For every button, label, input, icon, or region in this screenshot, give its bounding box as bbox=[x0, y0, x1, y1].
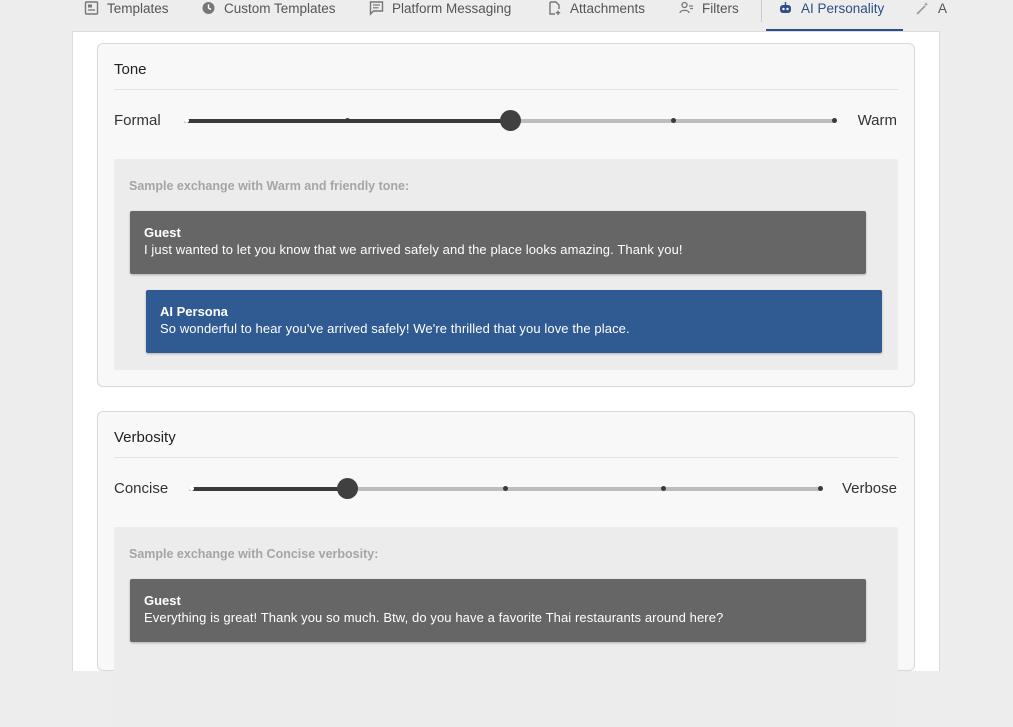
message-text: I just wanted to let you know that we ar… bbox=[144, 242, 683, 257]
ai-message-bubble: AI Persona So wonderful to hear you've a… bbox=[146, 290, 882, 353]
tab-custom-templates[interactable]: Custom Templates bbox=[201, 0, 336, 32]
tab-label: Filters bbox=[702, 1, 739, 16]
tab-ai-personality[interactable]: AI Personality bbox=[778, 0, 884, 32]
message-text: Everything is great! Thank you so much. … bbox=[144, 610, 724, 625]
slider-tick bbox=[188, 486, 194, 491]
chat-bubble-icon bbox=[369, 1, 384, 16]
verbosity-sample-box: Sample exchange with Concise verbosity: … bbox=[114, 527, 898, 727]
tab-overflow[interactable]: A bbox=[915, 0, 947, 32]
verbosity-slider-fill bbox=[189, 487, 348, 491]
tab-label: Platform Messaging bbox=[392, 1, 512, 16]
tone-sample-caption: Sample exchange with Warm and friendly t… bbox=[129, 179, 410, 193]
tab-bar: Templates Custom Templates Platform Mess… bbox=[0, 0, 1013, 32]
templates-icon bbox=[84, 1, 99, 16]
robot-icon bbox=[778, 1, 793, 16]
tab-platform-messaging[interactable]: Platform Messaging bbox=[369, 0, 511, 32]
verbosity-slider[interactable] bbox=[188, 478, 823, 499]
divider bbox=[114, 89, 898, 90]
tone-max-label: Warm bbox=[857, 112, 897, 129]
verbosity-max-label: Verbose bbox=[841, 480, 897, 497]
slider-tick bbox=[661, 486, 667, 491]
message-text: So wonderful to hear you've arrived safe… bbox=[160, 321, 630, 336]
tab-label: Templates bbox=[107, 1, 169, 16]
slider-tick bbox=[670, 118, 676, 123]
tab-label: AI Personality bbox=[801, 1, 885, 16]
tone-min-label: Formal bbox=[114, 112, 161, 129]
verbosity-sample-caption: Sample exchange with Concise verbosity: bbox=[129, 547, 379, 561]
tab-label: Attachments bbox=[570, 1, 646, 16]
tab-divider bbox=[761, 0, 762, 22]
guest-message-bubble: Guest I just wanted to let you know that… bbox=[130, 211, 866, 274]
divider bbox=[114, 457, 898, 458]
verbosity-card: Verbosity Concise Verbose Sample exchang… bbox=[97, 411, 915, 727]
tab-filters[interactable]: Filters bbox=[679, 0, 739, 32]
slider-thumb[interactable] bbox=[336, 478, 358, 499]
attachment-icon bbox=[547, 1, 562, 16]
tone-sample-box: Sample exchange with Warm and friendly t… bbox=[114, 159, 898, 370]
filter-icon bbox=[679, 1, 694, 16]
slider-tick bbox=[831, 118, 837, 123]
tone-card: Tone Formal Warm Sample exchange with Wa… bbox=[97, 43, 915, 387]
verbosity-title: Verbosity bbox=[114, 429, 176, 446]
magic-wand-icon bbox=[915, 1, 930, 16]
tab-label: Custom Templates bbox=[224, 1, 336, 16]
sender-name: AI Persona bbox=[160, 304, 228, 319]
verbosity-min-label: Concise bbox=[114, 480, 169, 497]
tone-title: Tone bbox=[114, 61, 147, 78]
clock-icon bbox=[201, 1, 216, 16]
slider-tick bbox=[503, 486, 508, 491]
sender-name: Guest bbox=[144, 225, 181, 240]
tab-label: A bbox=[938, 1, 948, 16]
tab-templates[interactable]: Templates bbox=[84, 0, 169, 32]
tab-attachments[interactable]: Attachments bbox=[547, 0, 645, 32]
slider-tick bbox=[817, 486, 823, 491]
slider-thumb[interactable] bbox=[499, 110, 521, 131]
slider-tick bbox=[344, 118, 350, 123]
tone-slider[interactable] bbox=[183, 110, 837, 131]
sender-name: Guest bbox=[144, 593, 181, 608]
slider-tick bbox=[183, 118, 189, 123]
